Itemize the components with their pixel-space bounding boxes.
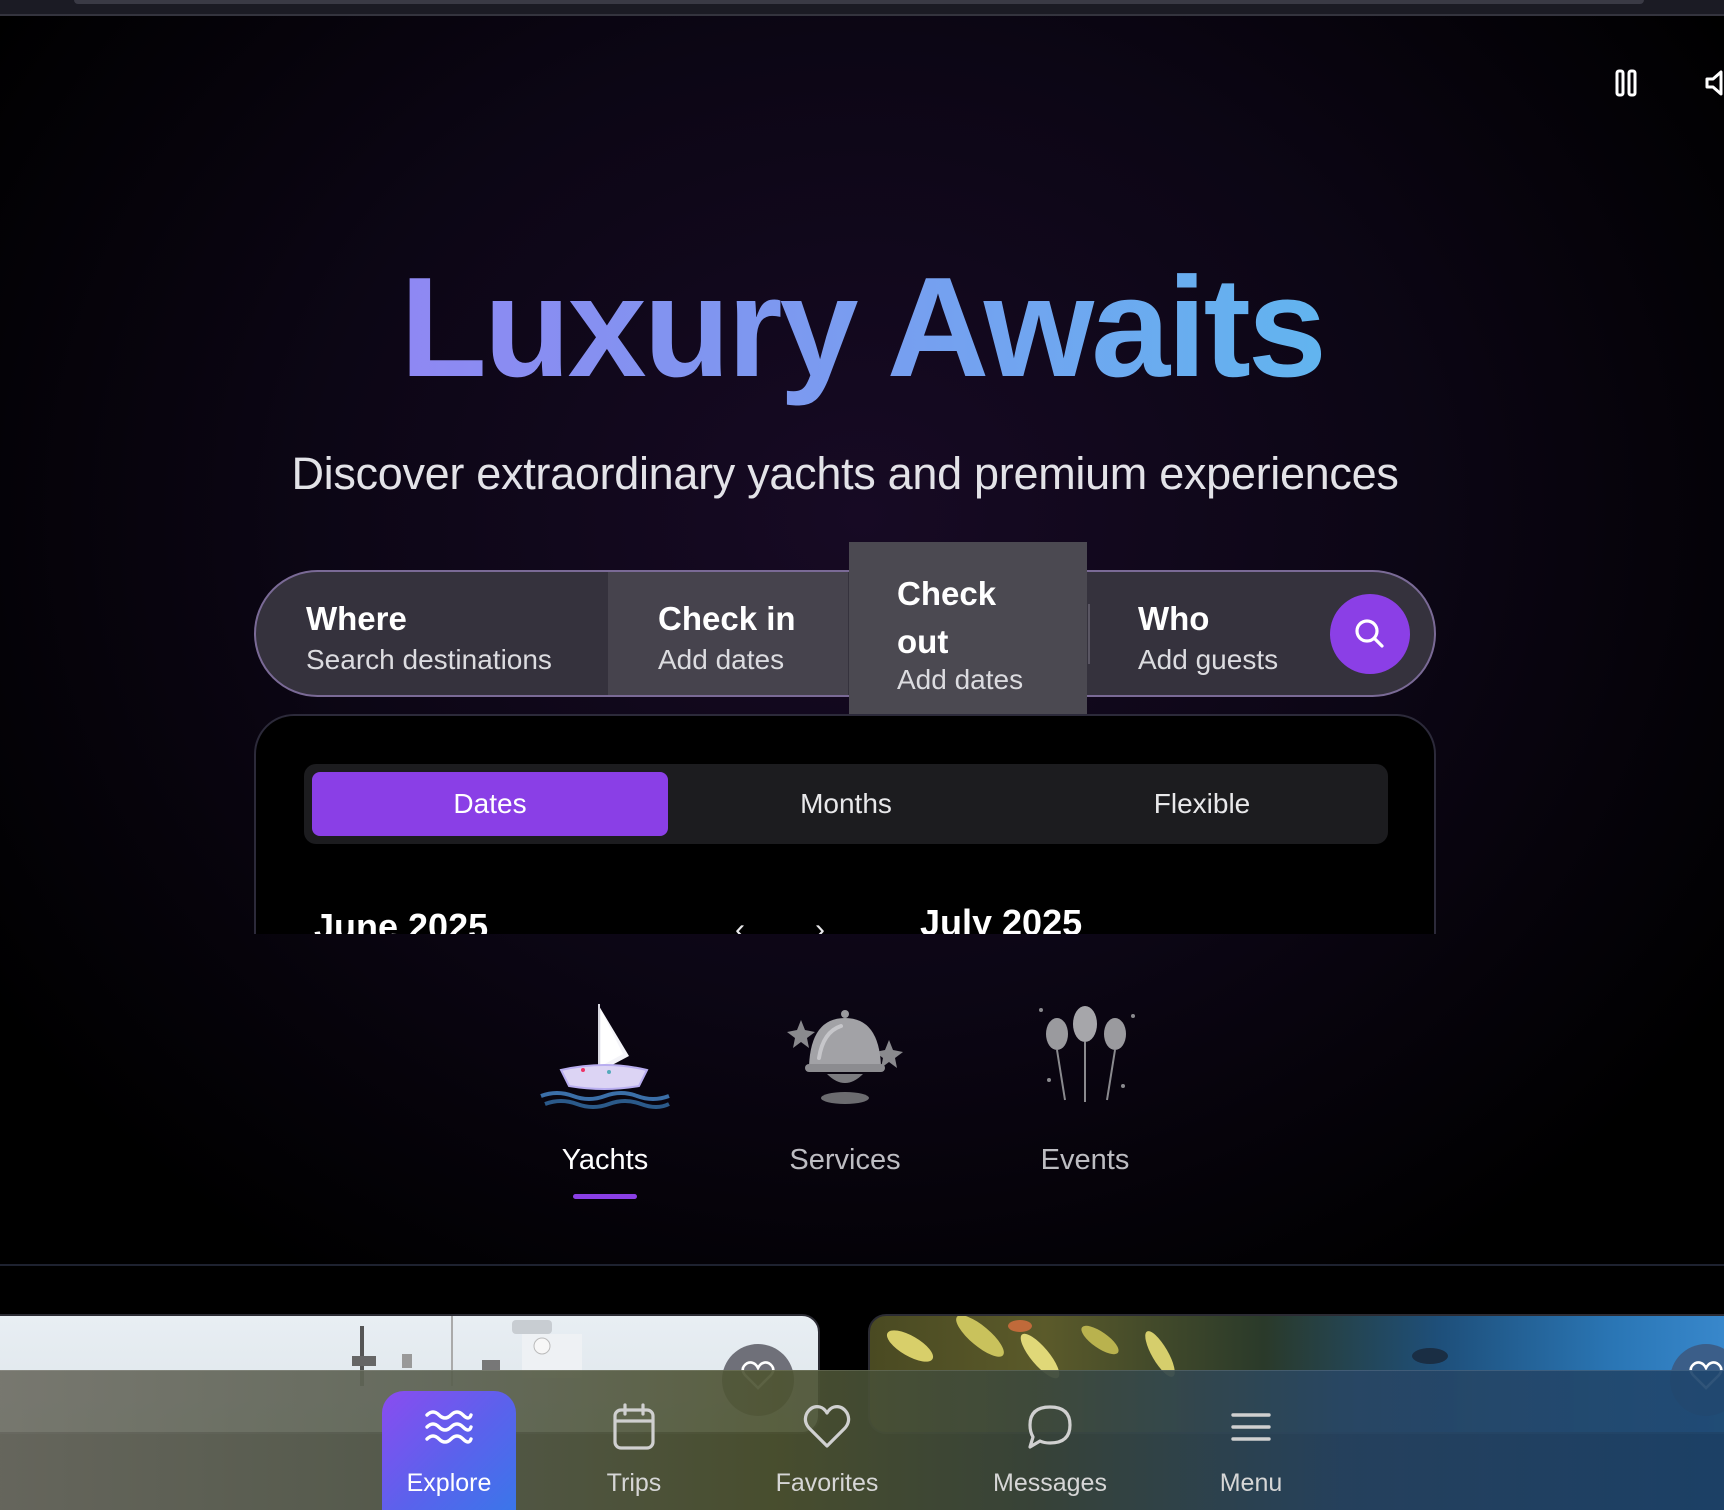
cloche-icon	[787, 1010, 903, 1104]
search-button[interactable]	[1330, 594, 1410, 674]
nav-label: Explore	[406, 1469, 492, 1497]
hero-subtitle: Discover extraordinary yachts and premiu…	[291, 448, 1399, 499]
heart-icon	[803, 1405, 851, 1448]
next-month-button[interactable]: ›	[802, 912, 838, 934]
browser-top-strip	[0, 0, 1724, 16]
app-screen: Luxury Awaits Discover extraordinary yac…	[0, 0, 1724, 1510]
volume-button[interactable]	[1700, 66, 1724, 100]
category-services[interactable]: Services	[745, 1000, 945, 1200]
volume-icon	[1705, 70, 1723, 96]
nav-label: Trips	[606, 1469, 662, 1497]
section-divider	[0, 1264, 1724, 1266]
active-category-underline	[573, 1194, 637, 1199]
category-yachts[interactable]: Yachts	[505, 1000, 705, 1200]
nav-menu[interactable]: Menu	[1181, 1391, 1321, 1510]
tab-months[interactable]: Months	[668, 772, 1024, 836]
pause-button[interactable]	[1609, 66, 1643, 100]
sailboat-icon	[540, 1004, 670, 1109]
search-icon	[1355, 619, 1384, 648]
who-placeholder: Add guests	[1138, 644, 1279, 675]
category-label: Services	[789, 1144, 901, 1176]
where-field[interactable]: Where Search destinations	[256, 572, 608, 695]
category-label: Events	[1040, 1144, 1130, 1176]
pause-icon	[1615, 69, 1637, 97]
chat-bubble-icon	[1028, 1405, 1072, 1449]
nav-favorites[interactable]: Favorites	[757, 1391, 897, 1510]
category-events[interactable]: Events	[985, 1000, 1185, 1200]
date-picker: Dates Months Flexible June 2025 ‹ › July…	[254, 714, 1436, 934]
nav-messages[interactable]: Messages	[980, 1391, 1120, 1510]
category-label: Yachts	[561, 1144, 649, 1176]
previous-month-button[interactable]: ‹	[722, 912, 758, 934]
hero-title: Luxury Awaits	[0, 248, 1724, 408]
nav-label: Favorites	[775, 1469, 879, 1497]
where-placeholder: Search destinations	[306, 644, 552, 675]
nav-trips[interactable]: Trips	[564, 1391, 704, 1510]
waves-icon	[425, 1410, 473, 1444]
date-mode-tabs: Dates Months Flexible	[304, 764, 1388, 844]
check-out-field[interactable]: Check out Add dates	[849, 542, 1087, 714]
who-label: Who	[1138, 600, 1210, 637]
where-label: Where	[306, 600, 407, 637]
check-out-placeholder: Add dates	[897, 664, 1024, 695]
search-bar: Where Search destinations Check in Add d…	[254, 570, 1436, 697]
who-field[interactable]: Who Add guests	[1088, 572, 1328, 695]
tab-dates[interactable]: Dates	[312, 772, 668, 836]
check-in-field[interactable]: Check in Add dates	[608, 572, 848, 695]
nav-label: Menu	[1219, 1469, 1283, 1497]
nav-label: Messages	[993, 1469, 1107, 1497]
month-title-right: July 2025	[920, 902, 1083, 934]
bottom-navigation: Explore Trips Favorites Messages Menu	[0, 1370, 1724, 1510]
check-in-placeholder: Add dates	[658, 644, 785, 675]
tab-flexible[interactable]: Flexible	[1024, 772, 1380, 836]
check-out-label: Check out	[897, 575, 997, 660]
balloons-icon	[1039, 1006, 1135, 1102]
calendar-icon	[613, 1403, 655, 1450]
check-in-label: Check in	[658, 600, 796, 637]
nav-explore[interactable]: Explore	[382, 1391, 516, 1510]
month-title-left: June 2025	[314, 906, 489, 934]
hamburger-menu-icon	[1231, 1413, 1271, 1441]
